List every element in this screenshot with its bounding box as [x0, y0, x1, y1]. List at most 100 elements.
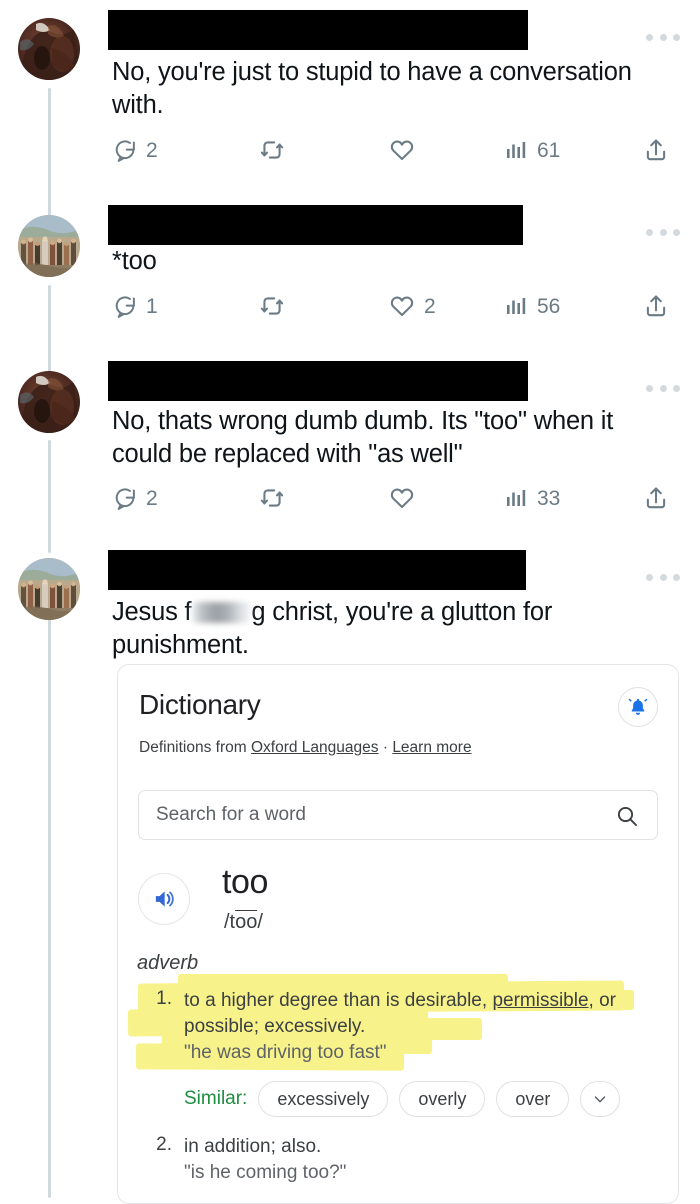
search-icon[interactable]: [615, 804, 639, 833]
chevron-down-icon: [595, 1096, 606, 1103]
part-of-speech: adverb: [137, 952, 199, 974]
reply-button[interactable]: 2: [112, 481, 158, 515]
reply-icon: [115, 295, 135, 318]
avatar[interactable]: [18, 18, 80, 80]
phonetic-suffix: /: [257, 911, 263, 933]
retweet-icon: [260, 297, 284, 315]
retweet-button[interactable]: [259, 481, 294, 515]
avatar[interactable]: [18, 558, 80, 620]
tweet-4[interactable]: Jesus fg christ, you're a glutton for pu…: [0, 540, 700, 660]
definition-example: "is he coming too?": [184, 1162, 347, 1183]
reply-icon: [115, 487, 135, 510]
tweet-text-before-blur: Jesus f: [112, 598, 192, 626]
dictionary-search-box[interactable]: Search for a word: [138, 790, 658, 840]
oxford-languages-link[interactable]: Oxford Languages: [251, 739, 379, 756]
definition-text: to a higher degree than is desirable, pe…: [184, 988, 672, 1040]
share-icon: [646, 139, 666, 161]
avatar[interactable]: [18, 215, 80, 277]
censored-blur-block: [192, 602, 251, 623]
tweet-1[interactable]: No, you're just to stupid to have a conv…: [0, 0, 700, 190]
views-count: 61: [537, 138, 561, 162]
tweet-text: *too: [112, 247, 157, 275]
crowd-painting-avatar-image: [18, 558, 80, 620]
more-options-icon[interactable]: [646, 32, 680, 42]
speaker-audio-icon: [155, 891, 174, 907]
pronounce-audio-button[interactable]: [138, 873, 190, 925]
share-button[interactable]: [643, 133, 669, 167]
retweet-icon: [260, 489, 284, 507]
more-options-icon[interactable]: [646, 572, 680, 582]
like-button[interactable]: [389, 481, 424, 515]
username-redaction-bar: [108, 205, 523, 245]
crowd-painting-avatar-image: [18, 215, 80, 277]
search-input-placeholder: Search for a word: [156, 804, 306, 825]
views-bar-chart-icon: [507, 298, 526, 314]
views-button[interactable]: 56: [506, 289, 560, 323]
phonetic-macron-oo: oo: [235, 910, 258, 933]
retweet-button[interactable]: [259, 289, 294, 323]
definition-item: 2. in addition; also. "is he coming too?…: [142, 1134, 672, 1186]
tweet-actions: 1 2 56: [112, 289, 672, 323]
reply-count: 2: [146, 486, 158, 510]
attribution-prefix: Definitions from: [139, 739, 251, 756]
username-redaction-bar: [108, 361, 528, 401]
dark-painting-avatar-image: [18, 18, 80, 80]
views-bar-chart-icon: [507, 490, 526, 506]
notification-bell-icon: [628, 698, 648, 715]
views-count: 33: [537, 486, 561, 510]
heart-icon: [390, 140, 414, 161]
more-options-icon[interactable]: [646, 227, 680, 237]
tweet-text: No, you're just to stupid to have a conv…: [112, 58, 639, 119]
definitions-list: 1. to a higher degree than is desirable,…: [127, 974, 672, 1078]
views-button[interactable]: 33: [506, 481, 560, 515]
tweet-actions: 2 33: [112, 481, 672, 515]
retweet-icon: [260, 141, 284, 159]
username-redaction-bar: [108, 10, 528, 50]
share-button[interactable]: [643, 481, 669, 515]
views-bar-chart-icon: [507, 142, 526, 158]
reply-count: 2: [146, 138, 158, 162]
expand-similar-button[interactable]: [580, 1081, 621, 1117]
definition-text-a: in addition; also.: [184, 1136, 322, 1157]
definitions-list-continued: 2. in addition; also. "is he coming too?…: [142, 1134, 672, 1192]
views-button[interactable]: 61: [506, 133, 560, 167]
notification-bell-button[interactable]: [618, 687, 658, 727]
dictionary-attribution: Definitions from Oxford Languages · Lear…: [139, 739, 472, 757]
tweet-text-censored: Jesus fg christ, you're a glutton for pu…: [112, 596, 672, 662]
definition-text: in addition; also.: [184, 1134, 672, 1160]
similar-chip-overly[interactable]: overly: [399, 1081, 486, 1117]
like-count: 2: [424, 294, 436, 318]
permissible-link[interactable]: permissible: [492, 990, 588, 1011]
dictionary-card: Dictionary Definitions from Oxford Langu…: [117, 664, 679, 1204]
similar-words-row: Similar: excessively overly over: [184, 1081, 621, 1117]
share-icon: [646, 295, 666, 317]
reply-button[interactable]: 1: [112, 289, 158, 323]
like-button[interactable]: 2: [389, 289, 436, 323]
thread-connector-line-4: [48, 615, 51, 1198]
similar-chip-excessively[interactable]: excessively: [258, 1081, 389, 1117]
reply-button[interactable]: 2: [112, 133, 158, 167]
reply-icon: [115, 139, 135, 162]
views-count: 56: [537, 294, 561, 318]
tweet-actions: 2 61: [112, 133, 672, 167]
heart-icon: [390, 296, 414, 317]
similar-chip-over[interactable]: over: [496, 1081, 570, 1117]
definition-item: 1. to a higher degree than is desirable,…: [142, 988, 672, 1066]
more-options-icon[interactable]: [646, 383, 680, 393]
learn-more-link[interactable]: Learn more: [392, 739, 471, 756]
avatar[interactable]: [18, 371, 80, 433]
dictionary-title: Dictionary: [139, 689, 261, 720]
definition-number: 1.: [156, 988, 172, 1009]
phonetic-prefix: /t: [224, 911, 236, 933]
phonetic-transcription: /too/: [224, 910, 263, 934]
tweet-2[interactable]: *too 1 2 56: [0, 197, 700, 345]
share-icon: [646, 487, 666, 509]
reply-count: 1: [146, 294, 158, 318]
tweet-3[interactable]: No, thats wrong dumb dumb. Its "too" whe…: [0, 353, 700, 538]
share-button[interactable]: [643, 289, 669, 323]
like-button[interactable]: [389, 133, 424, 167]
definition-text-a: to a higher degree than is desirable,: [184, 990, 493, 1011]
retweet-button[interactable]: [259, 133, 294, 167]
similar-label: Similar:: [184, 1088, 248, 1109]
attribution-separator: ·: [378, 739, 393, 756]
